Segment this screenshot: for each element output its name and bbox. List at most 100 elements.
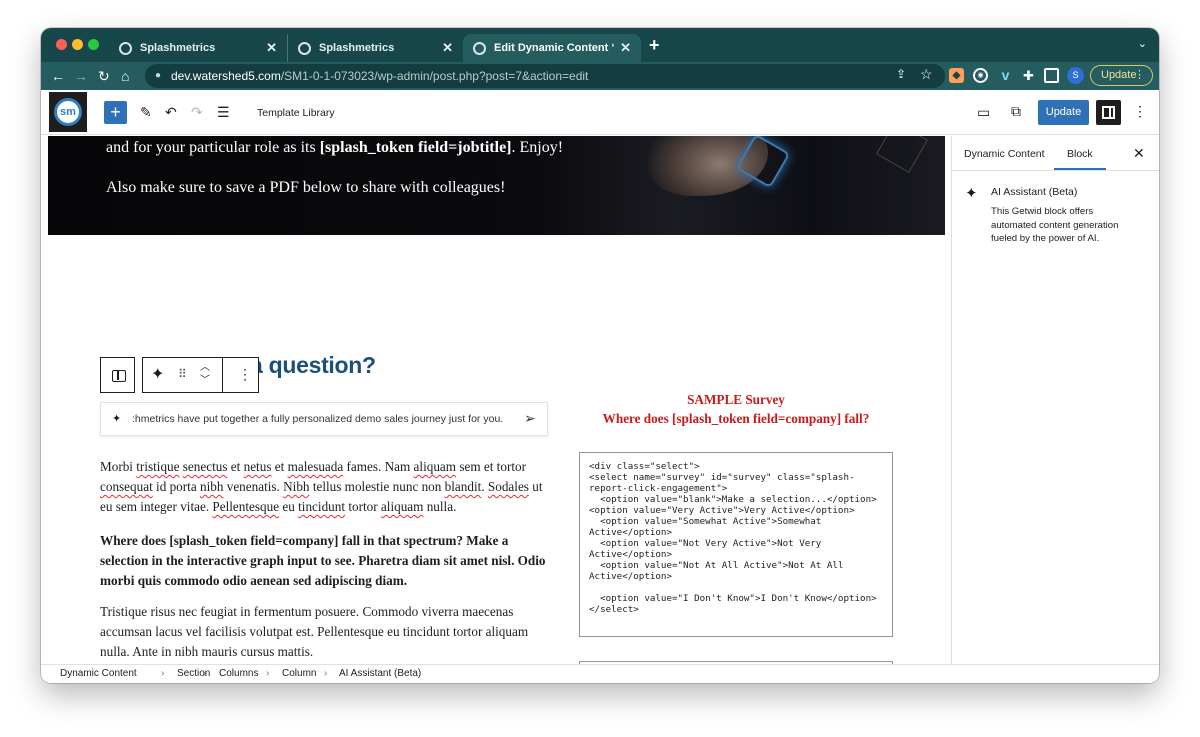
sidebar-icon[interactable] <box>1044 68 1059 83</box>
star-icon[interactable]: ☆ <box>920 66 933 83</box>
block-card-description: This Getwid block offers automated conte… <box>991 206 1119 244</box>
tab-block[interactable]: Block <box>1067 148 1093 160</box>
move-up-down-icon[interactable]: ︿ ﹀ <box>200 361 210 387</box>
chevron-right-icon: › <box>324 668 328 679</box>
sidebar-tabs: Dynamic Content Block ✕ <box>952 136 1159 171</box>
maximize-window-button[interactable] <box>88 39 99 50</box>
close-icon[interactable]: ✕ <box>1133 145 1145 162</box>
desktop-preview-icon[interactable]: ▭ <box>977 104 990 120</box>
active-tab-indicator <box>1054 168 1106 170</box>
breadcrumb-item[interactable]: Column <box>282 665 316 683</box>
close-icon[interactable]: ✕ <box>442 40 453 56</box>
spellcheck-word: aliquam <box>413 459 457 474</box>
share-icon[interactable]: ⇪ <box>896 67 906 81</box>
undo-icon[interactable]: ↶ <box>165 104 177 120</box>
survey-title[interactable]: SAMPLE Survey <box>571 392 901 408</box>
text-run: et <box>227 459 244 474</box>
tab-title: Splashmetrics <box>140 42 216 54</box>
spellcheck-word: Nibh <box>283 479 310 494</box>
hero-text: . Enjoy! <box>511 139 564 156</box>
lock-icon: ● <box>155 70 162 81</box>
spellcheck-word: Pellentesque <box>212 499 280 514</box>
spellcheck-word: nibh <box>199 479 224 494</box>
extension-icon[interactable]: ◆ <box>949 68 964 83</box>
jobtitle-token: [splash_token field=jobtitle] <box>319 139 512 156</box>
close-icon[interactable]: ✕ <box>266 40 277 56</box>
send-icon[interactable]: ➢ <box>524 410 536 427</box>
update-button[interactable]: Update <box>1038 100 1089 125</box>
hero-text-line-1[interactable]: and for your particular role as its [spl… <box>106 139 563 157</box>
toolbar-divider <box>222 358 223 392</box>
globe-icon <box>119 41 132 55</box>
breadcrumb-item[interactable]: AI Assistant (Beta) <box>339 665 421 683</box>
globe-icon <box>298 41 311 55</box>
paragraph-1[interactable]: Morbi tristique senectus et netus et mal… <box>100 457 552 517</box>
add-block-button[interactable]: + <box>104 101 127 124</box>
more-vertical-icon: ⋮ <box>1134 69 1145 81</box>
spellcheck-word: consequat <box>100 479 153 494</box>
url-path: /SM1-0-1-073023/wp-admin/post.php?post=7… <box>280 69 589 83</box>
tab-dynamic-content[interactable]: Dynamic Content <box>964 148 1045 160</box>
list-view-icon[interactable]: ☰ <box>217 104 230 120</box>
vimeo-extension-icon[interactable]: v <box>998 68 1013 83</box>
text-run: tellus molestie nunc non <box>309 479 445 494</box>
more-vertical-icon[interactable]: ⋮ <box>238 366 252 383</box>
pencil-icon[interactable]: ✎ <box>140 104 152 120</box>
settings-sidebar-toggle[interactable] <box>1096 100 1121 125</box>
address-bar[interactable]: ● dev.watershed5.com/SM1-0-1-073023/wp-a… <box>145 64 945 88</box>
hero-text: and for your particular role as its <box>106 139 320 156</box>
paragraph-2[interactable]: Where does [splash_token field=company] … <box>100 531 552 591</box>
site-logo[interactable]: sm <box>49 92 87 132</box>
browser-tab-2[interactable]: Splashmetrics ✕ <box>287 34 463 62</box>
breadcrumb-item[interactable]: Columns <box>219 665 258 683</box>
profile-avatar[interactable]: S <box>1067 67 1084 84</box>
sparkle-icon[interactable]: ✦ <box>151 364 164 384</box>
select-parent-columns-button[interactable] <box>100 357 135 393</box>
minimize-window-button[interactable] <box>72 39 83 50</box>
spellcheck-word: malesuada <box>287 459 344 474</box>
plus-icon[interactable]: + <box>649 35 660 56</box>
browser-update-button[interactable]: Update ⋮ <box>1090 65 1153 86</box>
close-window-button[interactable] <box>56 39 67 50</box>
block-card-title: AI Assistant (Beta) <box>991 186 1078 198</box>
browser-tab-active[interactable]: Edit Dynamic Content “Version ✕ <box>463 34 641 62</box>
paragraph-3[interactable]: Tristique risus nec feugiat in fermentum… <box>100 602 552 662</box>
forward-arrow-icon[interactable]: → <box>74 66 88 86</box>
spellcheck-word: aliquam <box>380 499 424 514</box>
extension-icon[interactable]: ◉ <box>973 68 988 83</box>
spellcheck-word: tristique <box>136 459 180 474</box>
external-link-icon[interactable]: ⧉ <box>1011 103 1021 119</box>
survey-subtitle[interactable]: Where does [splash_token field=company] … <box>571 411 901 427</box>
section-heading[interactable]: a question? <box>250 352 376 379</box>
spellcheck-word: Sodales <box>487 479 529 494</box>
ai-assistant-block[interactable]: ✦ :hmetrics have put together a fully pe… <box>100 402 548 436</box>
text-run: nulla. <box>423 499 457 514</box>
puzzle-icon[interactable]: ✚ <box>1021 68 1036 83</box>
block-breadcrumb: Dynamic Content › Section › Columns › Co… <box>41 664 1159 683</box>
drag-handle-icon[interactable]: ⠿ <box>178 367 187 381</box>
home-icon[interactable]: ⌂ <box>121 66 129 86</box>
more-vertical-icon[interactable]: ⋮ <box>1133 103 1147 120</box>
sparkle-icon: ✦ <box>112 413 122 425</box>
url-host: dev.watershed5.com <box>171 69 281 83</box>
logo-mark: sm <box>54 98 82 126</box>
redo-icon[interactable]: ↷ <box>191 104 203 120</box>
settings-sidebar: Dynamic Content Block ✕ ✦ AI Assistant (… <box>951 136 1159 664</box>
hero-banner[interactable]: and for your particular role as its [spl… <box>48 136 945 235</box>
chevron-down-icon[interactable]: ⌄ <box>1138 37 1147 50</box>
reload-icon[interactable]: ↻ <box>98 66 110 86</box>
text-run: Morbi <box>100 459 137 474</box>
browser-tab-1[interactable]: Splashmetrics ✕ <box>109 34 287 62</box>
back-arrow-icon[interactable]: ← <box>51 66 65 86</box>
block-toolbar-main: ✦ ⠿ ︿ ﹀ ⋮ <box>142 357 259 393</box>
text-run: . <box>481 479 488 494</box>
text-run: sem et tortor <box>456 459 526 474</box>
hero-text-line-2[interactable]: Also make sure to save a PDF below to sh… <box>106 179 505 197</box>
close-icon[interactable]: ✕ <box>620 40 631 56</box>
text-run: eu <box>279 499 299 514</box>
spellcheck-word: netus <box>243 459 272 474</box>
breadcrumb-item[interactable]: Dynamic Content <box>60 665 137 683</box>
ai-prompt-input[interactable]: :hmetrics have put together a fully pers… <box>132 413 517 425</box>
custom-html-block[interactable]: <div class="select"> <select name="surve… <box>579 452 893 637</box>
template-library-button[interactable]: Template Library <box>257 107 335 119</box>
